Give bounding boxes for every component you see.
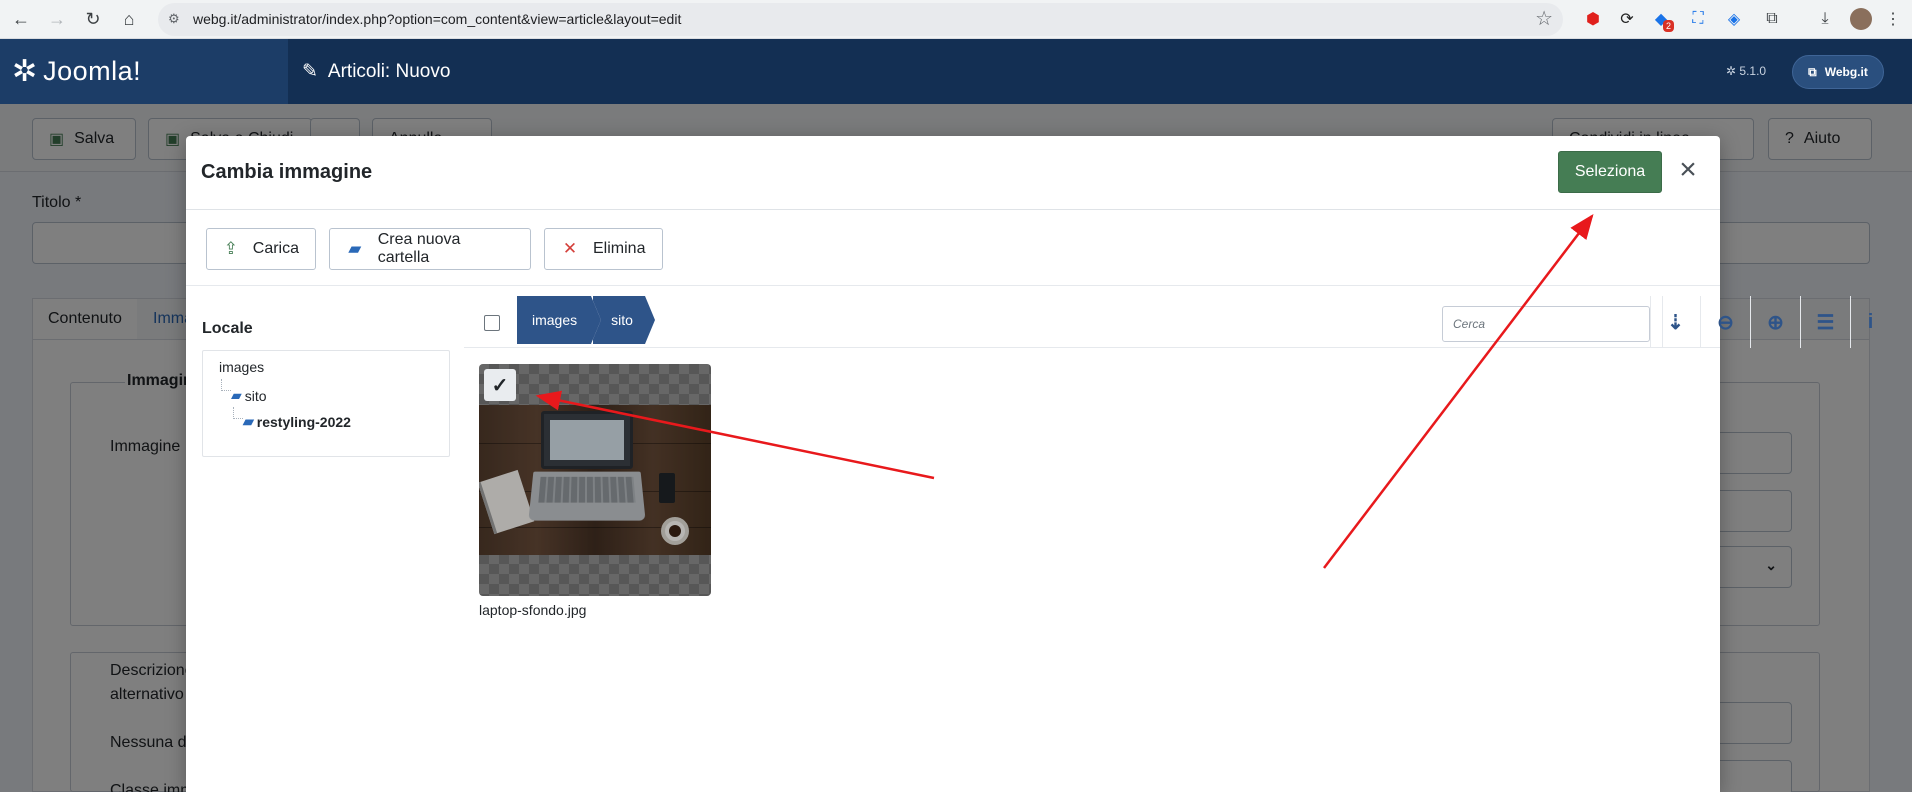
forward-icon[interactable]: → (42, 4, 72, 34)
search-input[interactable]: Cerca (1442, 306, 1650, 342)
select-all-checkbox[interactable] (484, 315, 500, 331)
zoom-in-icon[interactable]: ⊕ (1750, 296, 1800, 348)
modal-title: Cambia immagine (201, 161, 373, 183)
tree-connector (233, 407, 243, 419)
select-button[interactable]: Seleziona (1558, 151, 1662, 193)
joomla-logo-icon: ✲ (12, 55, 38, 88)
tree-item-label: restyling-2022 (256, 413, 351, 430)
version-number: 5.1.0 (1739, 64, 1767, 78)
joomla-logo[interactable]: ✲ Joomla! (0, 39, 288, 104)
delete-label: Elimina (593, 240, 646, 257)
new-folder-button[interactable]: ▰ Crea nuova cartella (329, 228, 531, 270)
address-bar[interactable]: ⚙ webg.it/administrator/index.php?option… (158, 3, 1563, 36)
tag-extension-icon[interactable]: ◈ (1721, 6, 1747, 32)
back-icon[interactable]: ← (6, 4, 36, 34)
version-label: ✲ 5.1.0 (1726, 64, 1767, 78)
tree-item-images[interactable]: images (219, 359, 264, 375)
logo-text: Joomla! (43, 56, 142, 86)
list-view-icon[interactable]: ☰ (1800, 296, 1850, 348)
page-title-text: Articoli: Nuovo (327, 61, 451, 82)
delete-icon: ✕ (562, 239, 578, 258)
extension-badge: 2 (1662, 20, 1674, 32)
upload-button[interactable]: ⇪ Carica (206, 228, 316, 270)
crop-extension-icon[interactable]: ⛶ (1685, 6, 1711, 32)
delete-button[interactable]: ✕ Elimina (544, 228, 663, 270)
folder-tree: images ▰ sito ▰ restyling-2022 (202, 350, 450, 457)
page-title: ✎ Articoli: Nuovo (302, 39, 450, 104)
media-browser-toolbar: images sito Cerca ⇣ ⊖ ⊕ ☰ i (464, 296, 1873, 348)
check-icon[interactable]: ✓ (484, 369, 516, 401)
folder-icon: ▰ (348, 239, 362, 258)
upload-icon: ⇪ (223, 239, 238, 258)
view-site-label: Webg.it (1824, 65, 1868, 79)
tree-item-label: sito (244, 387, 267, 404)
folder-open-icon: ▰ (243, 413, 254, 429)
tree-connector (221, 379, 231, 391)
sort-button[interactable]: ⇣ (1650, 296, 1700, 348)
close-icon[interactable]: × (1673, 155, 1703, 186)
breadcrumb: images sito (517, 296, 655, 344)
download-icon[interactable]: ⤓ (1812, 6, 1838, 32)
admin-header: ✲ Joomla! ✎ Articoli: Nuovo ✲ 5.1.0 ⧉ We… (0, 39, 1912, 104)
url-text[interactable]: webg.it/administrator/index.php?option=c… (193, 3, 681, 36)
new-folder-label: Crea nuova cartella (377, 231, 461, 266)
upload-label: Carica (252, 240, 299, 257)
media-browser: images sito Cerca ⇣ ⊖ ⊕ ☰ i ✓ laptop-sfo… (464, 296, 1873, 792)
info-icon[interactable]: i (1850, 296, 1890, 348)
modal-header: Cambia immagine Seleziona × (186, 136, 1720, 210)
tree-item-label: images (219, 359, 265, 375)
folder-open-icon: ▰ (231, 387, 242, 403)
view-site-button[interactable]: ⧉ Webg.it (1792, 55, 1884, 89)
tree-item-sito[interactable]: ▰ sito (231, 387, 267, 404)
pencil-icon: ✎ (302, 61, 318, 82)
site-info-icon[interactable]: ⚙ (168, 11, 184, 27)
file-thumbnail[interactable]: ✓ (479, 364, 711, 596)
adblock-extension-icon[interactable]: ⬢ (1580, 6, 1606, 32)
home-icon[interactable]: ⌂ (114, 4, 144, 34)
menu-icon[interactable]: ⋮ (1880, 6, 1906, 32)
tree-item-restyling[interactable]: ▰ restyling-2022 (243, 413, 351, 430)
browser-toolbar: ← → ↻ ⌂ ⚙ webg.it/administrator/index.ph… (0, 0, 1912, 39)
file-name: laptop-sfondo.jpg (479, 602, 587, 618)
avatar[interactable] (1848, 6, 1874, 32)
breadcrumb-item-images[interactable]: images (517, 296, 602, 344)
puzzle-extensions-icon[interactable]: ⧉ (1759, 6, 1785, 32)
reload-icon[interactable]: ↻ (78, 4, 108, 34)
zoom-out-icon[interactable]: ⊖ (1700, 296, 1750, 348)
translate-extension-icon[interactable]: ◆ 2 (1648, 6, 1674, 32)
change-image-modal: Cambia immagine Seleziona × ⇪ Carica ▰ C… (186, 136, 1873, 792)
bookmark-star-icon[interactable]: ☆ (1535, 6, 1553, 31)
external-link-icon: ⧉ (1808, 64, 1817, 79)
sidebar-title: Locale (202, 320, 253, 337)
sync-extension-icon[interactable]: ⟳ (1614, 6, 1640, 32)
media-toolbar: ⇪ Carica ▰ Crea nuova cartella ✕ Elimina (186, 210, 1720, 286)
